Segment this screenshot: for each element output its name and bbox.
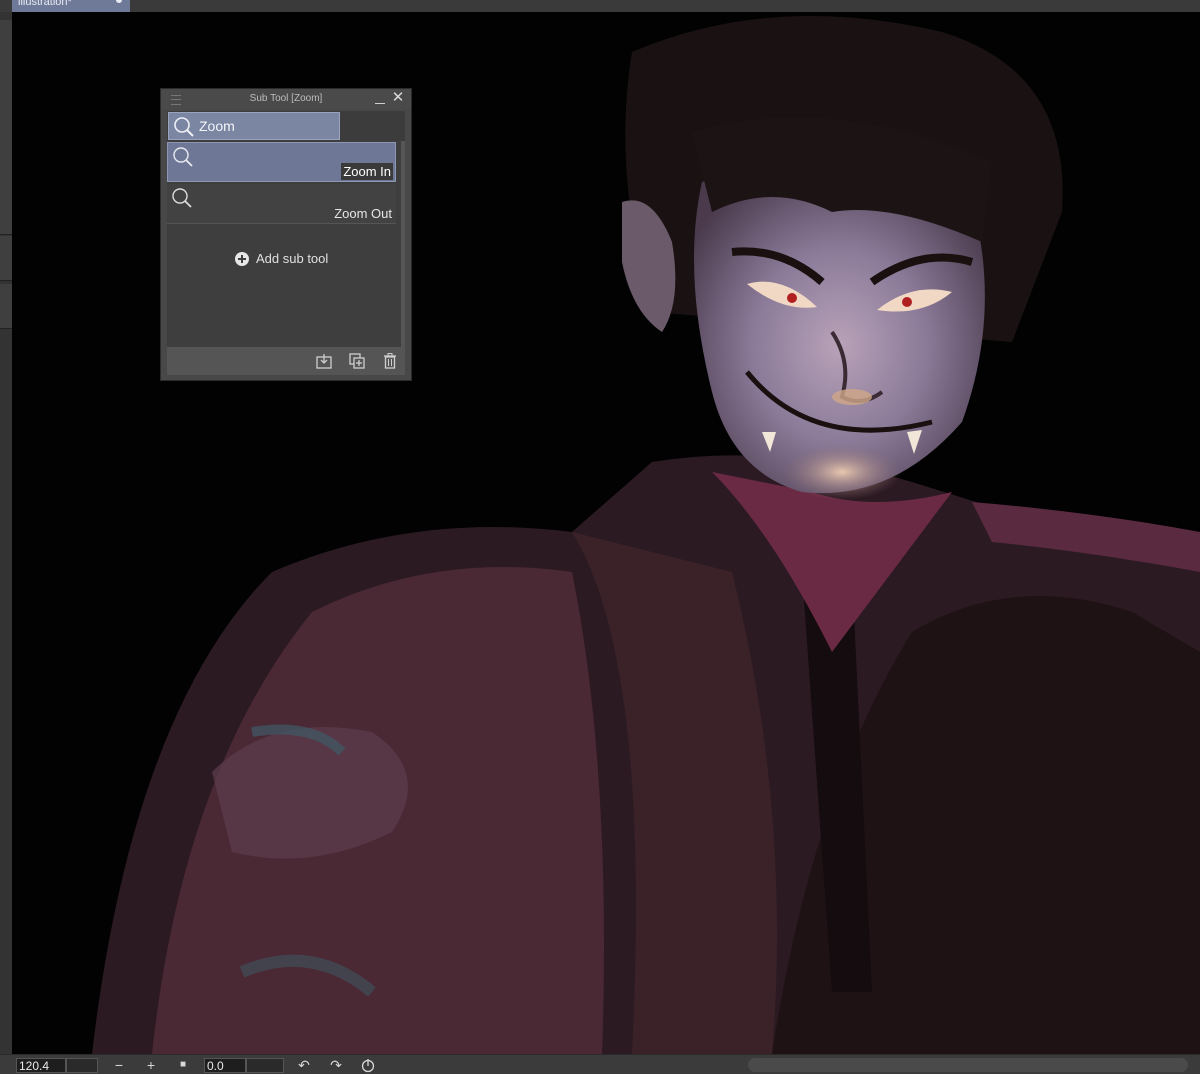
tab-zoom-group[interactable]: Zoom [168,112,340,140]
left-strip-segment[interactable] [0,236,12,281]
zoom-slider[interactable] [66,1058,98,1073]
reset-rotation-icon[interactable] [360,1057,376,1073]
subtool-panel-footer [167,347,405,375]
fit-view-button[interactable]: ■ [175,1057,191,1073]
add-subtool-label: Add sub tool [256,251,329,266]
magnifier-icon [174,117,194,137]
zoom-value-field[interactable]: 120.4 [16,1058,66,1073]
subtool-panel: Sub Tool [Zoom] ✕ Zoom Zoom In Zoom Out … [160,88,412,381]
rotation-value-field[interactable]: 0.0 [204,1058,246,1073]
duplicate-icon[interactable] [348,352,366,370]
subtool-list-scrollbar[interactable] [401,141,405,347]
left-strip-segment[interactable] [0,112,12,235]
rotate-right-button[interactable]: ↷ [328,1057,344,1073]
horizontal-scrollbar[interactable] [748,1058,1188,1072]
rotation-slider[interactable] [246,1058,284,1073]
minimize-button[interactable] [374,91,386,105]
document-tab[interactable]: illustration* [12,0,130,12]
left-strip-segment[interactable] [0,284,12,329]
subtool-panel-titlebar[interactable]: Sub Tool [Zoom] ✕ [161,89,411,109]
zoom-in-button[interactable]: + [143,1057,159,1073]
subtool-item-label: Zoom In [341,163,393,180]
rotate-left-button[interactable]: ↶ [296,1057,312,1073]
left-tool-strip [0,12,12,1054]
close-icon[interactable]: ✕ [391,90,405,106]
magnifier-icon [173,147,193,167]
subtool-item-zoom-in[interactable]: Zoom In [167,142,396,182]
subtool-item-label: Zoom Out [334,206,392,221]
group-tab-label: Zoom [199,118,235,134]
plus-circle-icon [235,252,249,266]
document-tab-close-icon[interactable] [116,0,122,3]
left-strip-segment[interactable] [0,20,12,113]
zoom-out-button[interactable]: − [111,1057,127,1073]
subtool-list: Zoom In Zoom Out Add sub tool [167,141,405,347]
import-icon[interactable] [315,352,333,370]
magnifier-icon [172,188,192,208]
trash-icon[interactable] [381,352,399,370]
navigator-statusbar: 120.4 − + ■ 0.0 ↶ ↷ [0,1054,1200,1074]
document-tab-label: illustration* [18,0,72,8]
subtool-item-zoom-out[interactable]: Zoom Out [167,184,396,224]
subtool-group-bar: Zoom [167,111,405,141]
